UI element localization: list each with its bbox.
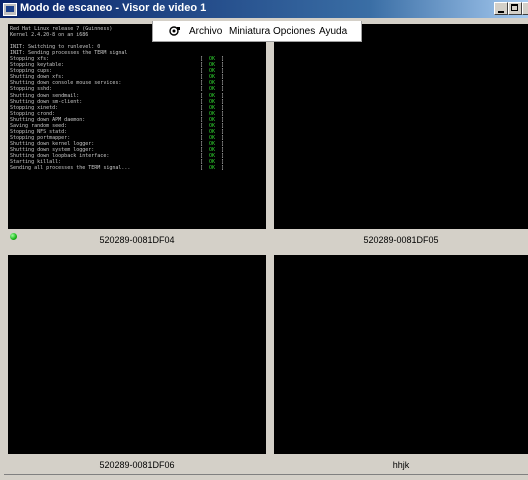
window-bottom-border	[0, 474, 528, 480]
close-button[interactable]	[522, 2, 528, 15]
video-tile-3[interactable]	[8, 255, 266, 454]
tile-caption-1: 520289-0081DF04	[99, 235, 175, 245]
video-tile-2[interactable]	[274, 24, 528, 229]
app-icon[interactable]	[3, 3, 17, 16]
terminal-line: Sending all processes the TERM signal...…	[10, 165, 264, 171]
title-bar[interactable]: Modo de escaneo - Visor de video 1	[0, 0, 528, 18]
ok-status: OK	[209, 165, 216, 172]
video-tile-1[interactable]: Red Hat Linux release 7 (Guinness) Kernel…	[8, 24, 266, 229]
minimize-button[interactable]	[494, 2, 508, 15]
terminal-line-status: [ OK ]	[200, 165, 225, 172]
menu-archivo[interactable]: Archivo	[189, 26, 222, 37]
menu-miniatura[interactable]: Miniatura	[229, 26, 270, 37]
maximize-button[interactable]	[508, 2, 522, 15]
terminal-output: Red Hat Linux release 7 (Guinness) Kernel…	[10, 26, 264, 226]
menu-ayuda[interactable]: Ayuda	[319, 26, 347, 37]
tile-caption-4: hhjk	[392, 460, 410, 470]
terminal-line-text: Sending all processes the TERM signal...	[10, 165, 131, 172]
video-tile-4[interactable]	[274, 255, 528, 454]
window-title: Modo de escaneo - Visor de video 1	[20, 2, 207, 14]
tile-caption-3: 520289-0081DF06	[99, 460, 175, 470]
menu-opciones[interactable]: Opciones	[273, 26, 315, 37]
menu-bar: Archivo Miniatura Opciones Ayuda	[152, 21, 362, 42]
camera-icon[interactable]	[169, 25, 181, 37]
tile-caption-2: 520289-0081DF05	[363, 235, 439, 245]
